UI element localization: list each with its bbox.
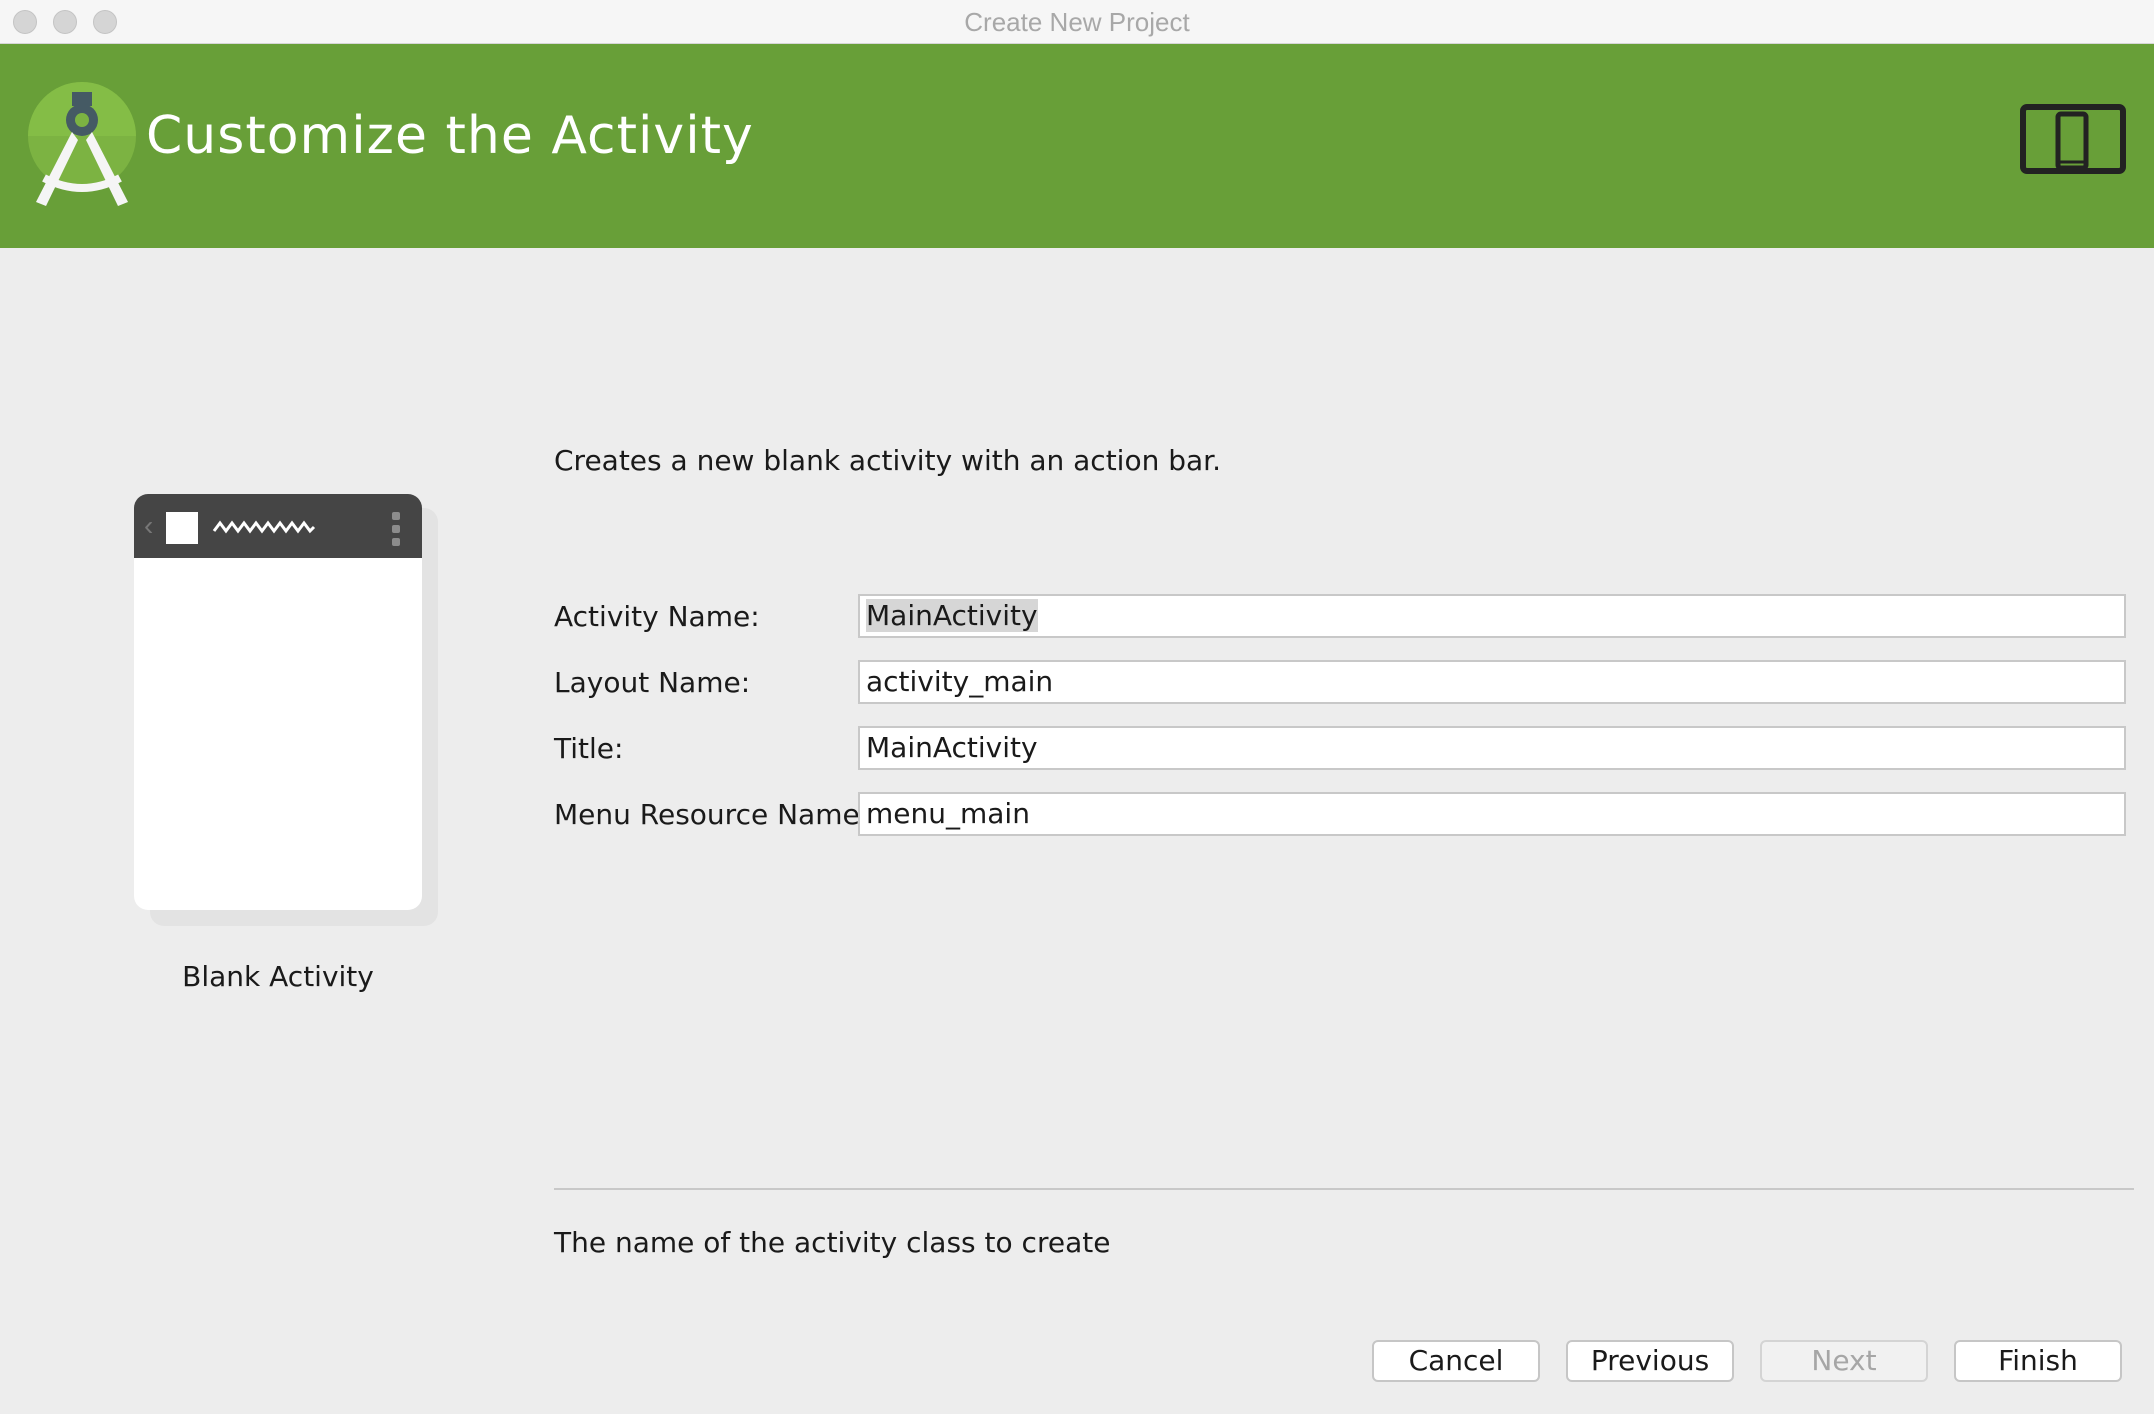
previous-button[interactable]: Previous xyxy=(1566,1340,1734,1382)
title-label: Title: xyxy=(554,732,624,765)
activity-name-value: MainActivity xyxy=(866,599,1038,632)
activity-name-input[interactable]: MainActivity xyxy=(858,594,2126,638)
template-label: Blank Activity xyxy=(182,960,374,993)
app-icon-placeholder xyxy=(166,512,198,544)
activity-preview: ‹ xyxy=(134,494,422,910)
title-input[interactable]: MainActivity xyxy=(858,726,2126,770)
back-chevron-icon: ‹ xyxy=(144,510,154,541)
activity-name-label: Activity Name: xyxy=(554,600,760,633)
cancel-button[interactable]: Cancel xyxy=(1372,1340,1540,1382)
page-title: Customize the Activity xyxy=(146,106,754,166)
layout-name-label: Layout Name: xyxy=(554,666,751,699)
preview-action-bar: ‹ xyxy=(134,494,422,558)
template-description: Creates a new blank activity with an act… xyxy=(554,444,1222,477)
title-squiggle-icon xyxy=(212,520,316,534)
menu-resource-name-label: Menu Resource Name: xyxy=(554,798,870,831)
menu-resource-name-input[interactable]: menu_main xyxy=(858,792,2126,836)
wizard-header: Customize the Activity xyxy=(0,44,2154,248)
title-bar: Create New Project xyxy=(0,0,2154,44)
next-button[interactable]: Next xyxy=(1760,1340,1928,1382)
finish-button[interactable]: Finish xyxy=(1954,1340,2122,1382)
field-hint: The name of the activity class to create xyxy=(554,1226,1111,1259)
tablet-phone-icon xyxy=(2020,104,2126,174)
android-studio-logo-icon xyxy=(28,82,136,206)
create-new-project-window: Create New Project Customize the Activit… xyxy=(0,0,2154,1414)
window-title: Create New Project xyxy=(964,7,1190,37)
divider xyxy=(554,1188,2134,1190)
layout-name-input[interactable]: activity_main xyxy=(858,660,2126,704)
overflow-menu-icon xyxy=(392,512,400,546)
